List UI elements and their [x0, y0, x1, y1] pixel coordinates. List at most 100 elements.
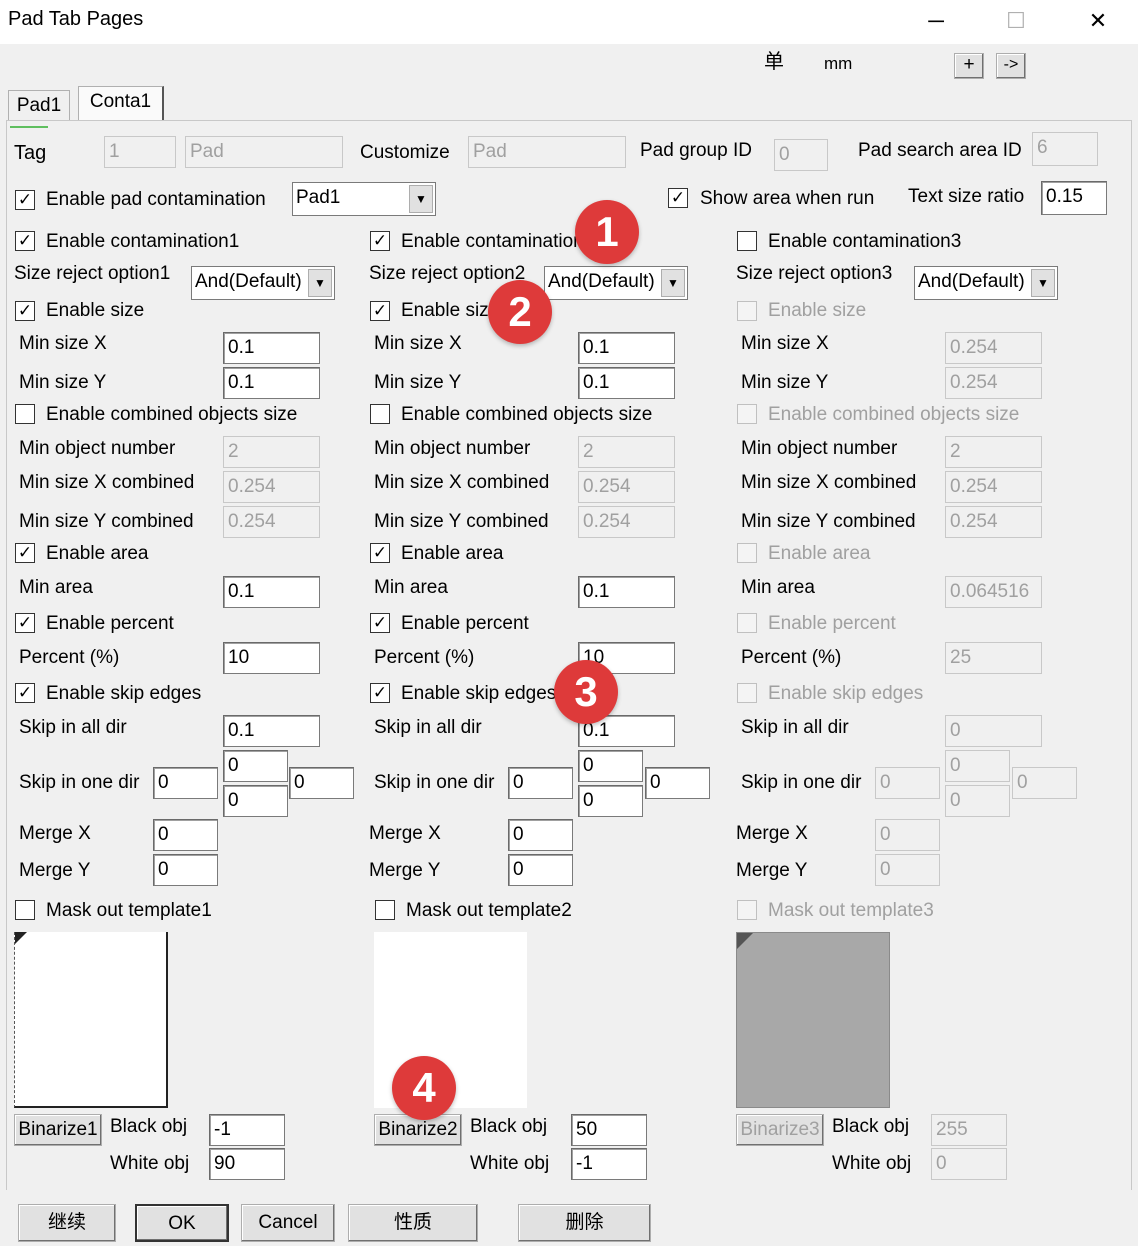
min-size-y-combined2-field[interactable]: 0.254: [578, 506, 675, 538]
enable-combined1-checkbox[interactable]: [15, 404, 35, 424]
enable-skip-edges1-checkbox[interactable]: ✓: [15, 683, 35, 703]
percent3-field[interactable]: 25: [945, 642, 1042, 674]
enable-percent2-checkbox[interactable]: ✓: [370, 613, 390, 633]
binarize1-button[interactable]: Binarize1: [14, 1114, 102, 1146]
min-size-x2-field[interactable]: 0.1: [578, 332, 675, 364]
black-obj2-field[interactable]: 50: [571, 1114, 647, 1146]
enable-skip-edges3-checkbox[interactable]: [737, 683, 757, 703]
enable-skip-edges2-checkbox[interactable]: ✓: [370, 683, 390, 703]
white-obj3-field[interactable]: 0: [931, 1148, 1007, 1180]
min-size-x-combined1-field[interactable]: 0.254: [223, 471, 320, 503]
min-object-number1-field[interactable]: 2: [223, 436, 320, 468]
properties-button[interactable]: 性质: [348, 1204, 478, 1242]
mask-out-template2-checkbox[interactable]: [375, 900, 395, 920]
skip-one-dir3-bottom-field[interactable]: 0: [945, 785, 1010, 817]
merge-x2-field[interactable]: 0: [508, 819, 573, 851]
size-reject-option1-select[interactable]: And(Default) ▼: [191, 266, 335, 300]
skip-one-dir1-left-field[interactable]: 0: [153, 767, 218, 799]
enable-area1-checkbox[interactable]: ✓: [15, 543, 35, 563]
pad-search-field[interactable]: 6: [1032, 132, 1098, 166]
tag-id-field[interactable]: 1: [104, 136, 176, 168]
enable-pad-contamination-checkbox[interactable]: ✓: [15, 190, 35, 210]
pad-group-field[interactable]: 0: [774, 139, 828, 171]
continue-button[interactable]: 继续: [18, 1204, 116, 1242]
min-area1-field[interactable]: 0.1: [223, 576, 320, 608]
merge-y1-field[interactable]: 0: [153, 854, 218, 886]
mask-out-template3-checkbox[interactable]: [737, 900, 757, 920]
tag-name-field[interactable]: Pad: [185, 136, 343, 168]
black-obj1-field[interactable]: -1: [209, 1114, 285, 1146]
merge-x2-label: Merge X: [369, 823, 441, 844]
min-size-x-combined2-field[interactable]: 0.254: [578, 471, 675, 503]
enable-area2-checkbox[interactable]: ✓: [370, 543, 390, 563]
enable-combined2-checkbox[interactable]: [370, 404, 390, 424]
chevron-down-icon[interactable]: ▼: [409, 185, 433, 213]
enable-contamination2-checkbox[interactable]: ✓: [370, 231, 390, 251]
skip-one-dir2-bottom-field[interactable]: 0: [578, 785, 643, 817]
customize-field[interactable]: Pad: [468, 136, 626, 168]
skip-one-dir2-left-field[interactable]: 0: [508, 767, 573, 799]
min-area2-field[interactable]: 0.1: [578, 576, 675, 608]
minimize-icon[interactable]: ─: [916, 4, 956, 38]
min-size-x3-field[interactable]: 0.254: [945, 332, 1042, 364]
skip-one-dir3-label: Skip in one dir: [741, 772, 862, 793]
enable-combined3-checkbox[interactable]: [737, 404, 757, 424]
min-size-x1-field[interactable]: 0.1: [223, 332, 320, 364]
min-size-y-combined3-field[interactable]: 0.254: [945, 506, 1042, 538]
min-object-number2-field[interactable]: 2: [578, 436, 675, 468]
merge-y3-field[interactable]: 0: [875, 854, 940, 886]
merge-x3-field[interactable]: 0: [875, 819, 940, 851]
chevron-down-icon[interactable]: ▼: [661, 269, 685, 297]
tab-conta1[interactable]: Conta1: [78, 86, 164, 120]
show-area-checkbox[interactable]: ✓: [668, 188, 688, 208]
enable-contamination1-checkbox[interactable]: ✓: [15, 231, 35, 251]
enable-area3-checkbox[interactable]: [737, 543, 757, 563]
skip-all-dir3-field[interactable]: 0: [945, 715, 1042, 747]
min-size-y-combined3-label: Min size Y combined: [741, 511, 916, 532]
close-icon[interactable]: ✕: [1078, 4, 1118, 38]
merge-x1-field[interactable]: 0: [153, 819, 218, 851]
tab-pad1[interactable]: Pad1: [8, 90, 70, 120]
skip-one-dir3-top-field[interactable]: 0: [945, 750, 1010, 782]
ok-button[interactable]: OK: [135, 1204, 229, 1242]
min-size-y1-field[interactable]: 0.1: [223, 367, 320, 399]
black-obj3-field[interactable]: 255: [931, 1114, 1007, 1146]
enable-size2-checkbox[interactable]: ✓: [370, 301, 390, 321]
min-size-y3-field[interactable]: 0.254: [945, 367, 1042, 399]
delete-button[interactable]: 删除: [518, 1204, 651, 1242]
skip-one-dir3-right-field[interactable]: 0: [1012, 767, 1077, 799]
arrow-button[interactable]: ->: [996, 53, 1026, 79]
enable-percent3-checkbox[interactable]: [737, 613, 757, 633]
skip-one-dir2-right-field[interactable]: 0: [645, 767, 710, 799]
cancel-button[interactable]: Cancel: [241, 1204, 335, 1242]
chevron-down-icon[interactable]: ▼: [1031, 269, 1055, 297]
skip-one-dir1-right-field[interactable]: 0: [289, 767, 354, 799]
chevron-down-icon[interactable]: ▼: [308, 269, 332, 297]
merge-y2-field[interactable]: 0: [508, 854, 573, 886]
enable-size1-checkbox[interactable]: ✓: [15, 301, 35, 321]
binarize3-button[interactable]: Binarize3: [736, 1114, 824, 1146]
enable-percent1-checkbox[interactable]: ✓: [15, 613, 35, 633]
skip-one-dir2-top-field[interactable]: 0: [578, 750, 643, 782]
enable-contamination3-checkbox[interactable]: [737, 231, 757, 251]
skip-one-dir1-top-field[interactable]: 0: [223, 750, 288, 782]
plus-button[interactable]: +: [954, 53, 984, 79]
white-obj1-field[interactable]: 90: [209, 1148, 285, 1180]
text-size-ratio-field[interactable]: 0.15: [1041, 181, 1107, 215]
white-obj2-field[interactable]: -1: [571, 1148, 647, 1180]
mask-out-template1-checkbox[interactable]: [15, 900, 35, 920]
min-object-number3-field[interactable]: 2: [945, 436, 1042, 468]
size-reject-option3-select[interactable]: And(Default) ▼: [914, 266, 1058, 300]
size-reject-option2-select[interactable]: And(Default) ▼: [544, 266, 688, 300]
min-size-y-combined1-field[interactable]: 0.254: [223, 506, 320, 538]
min-size-x-combined3-field[interactable]: 0.254: [945, 471, 1042, 503]
skip-one-dir3-left-field[interactable]: 0: [875, 767, 940, 799]
min-size-y2-field[interactable]: 0.1: [578, 367, 675, 399]
enable-size3-checkbox[interactable]: [737, 301, 757, 321]
skip-all-dir1-field[interactable]: 0.1: [223, 715, 320, 747]
pad-select[interactable]: Pad1 ▼: [292, 182, 436, 216]
skip-one-dir1-bottom-field[interactable]: 0: [223, 785, 288, 817]
min-area3-field[interactable]: 0.064516: [945, 576, 1042, 608]
maximize-icon[interactable]: ☐: [996, 4, 1036, 38]
percent1-field[interactable]: 10: [223, 642, 320, 674]
